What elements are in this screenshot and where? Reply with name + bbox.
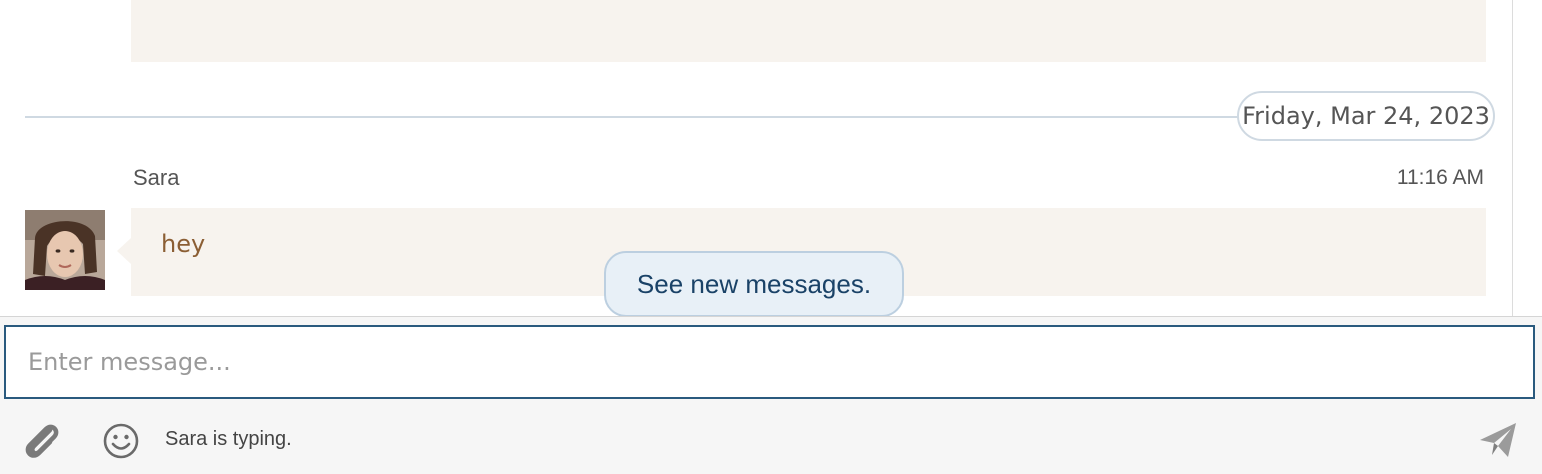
emoji-button[interactable] bbox=[102, 422, 140, 460]
send-button[interactable] bbox=[1478, 420, 1518, 460]
see-new-messages-button[interactable]: See new messages. bbox=[604, 251, 904, 316]
attach-file-button[interactable] bbox=[20, 418, 64, 462]
typing-indicator: Sara is typing. bbox=[165, 428, 292, 450]
date-divider-label: Friday, Mar 24, 2023 bbox=[1237, 91, 1495, 141]
smiley-icon bbox=[103, 423, 139, 459]
paper-plane-icon bbox=[1480, 423, 1516, 457]
avatar-photo-icon bbox=[25, 210, 105, 290]
message-timestamp: 11:16 AM bbox=[1396, 166, 1484, 189]
message-list: Friday, Mar 24, 2023 Sara 11:16 AM hey S… bbox=[0, 0, 1542, 316]
message-sender-name: Sara bbox=[133, 165, 180, 190]
date-divider-line bbox=[25, 116, 1240, 118]
paperclip-icon bbox=[25, 424, 59, 458]
previous-message-bubble bbox=[131, 0, 1486, 62]
sender-avatar[interactable] bbox=[25, 210, 105, 290]
message-input[interactable] bbox=[4, 325, 1535, 399]
scrollbar-track[interactable] bbox=[1512, 0, 1513, 316]
message-text: hey bbox=[161, 230, 206, 258]
